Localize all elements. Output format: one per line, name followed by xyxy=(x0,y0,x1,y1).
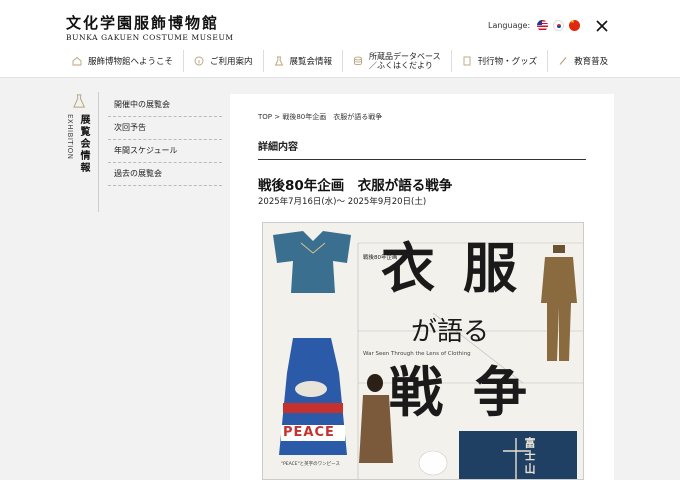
sidebar-item-current[interactable]: 開催中の展覧会 xyxy=(108,94,222,117)
poster-ga-kataru: が語る xyxy=(411,317,490,347)
poster-banner-chars: 富士山 xyxy=(523,437,536,476)
nav-visitor-info[interactable]: ご利用案内 xyxy=(183,50,263,72)
chinese-flag-icon[interactable] xyxy=(569,20,581,31)
nav-database-label: 所蔵品データベース ／ふくはくだより xyxy=(369,52,441,70)
sidebar-title: 展覧会情報 xyxy=(78,114,89,174)
book-icon xyxy=(463,56,471,66)
dress-icon xyxy=(274,56,283,66)
nav-publications-label: 刊行物・グッズ xyxy=(477,57,538,67)
sidebar-item-schedule[interactable]: 年間スケジュール xyxy=(108,140,222,163)
banner-illustration xyxy=(459,431,577,479)
logo-japanese: 文化学園服飾博物館 xyxy=(66,14,220,32)
nav-database-line-1: 所蔵品データベース xyxy=(369,52,441,61)
poster-caption-peace: "PEACE"と英字のワンピース xyxy=(281,462,340,467)
english-flag-icon[interactable] xyxy=(537,20,549,31)
breadcrumb[interactable]: TOP > 戦後80年企画 衣服が語る戦争 xyxy=(258,112,382,122)
site-header: 文化学園服飾博物館 BUNKA GAKUEN COSTUME MUSEUM La… xyxy=(0,0,680,78)
nav-database-line-2: ／ふくはくだより xyxy=(369,61,433,70)
poster-subtitle: War Seen Through the Lens of Clothing xyxy=(363,351,471,357)
poster-char-1: 衣 xyxy=(381,237,435,300)
language-selector: Language: xyxy=(488,20,581,31)
main-navigation: 服飾博物館へようこそ ご利用案内 展覧会情報 所蔵品データベース ／ふくはくだよ… xyxy=(66,48,618,74)
poster-char-4: 争 xyxy=(473,361,527,424)
nav-welcome[interactable]: 服飾博物館へようこそ xyxy=(66,50,183,72)
nav-database[interactable]: 所蔵品データベース ／ふくはくだより xyxy=(342,50,451,72)
nav-education[interactable]: 教育普及 xyxy=(547,50,618,72)
poster-char-3: 戦 xyxy=(389,361,443,424)
sidebar-divider xyxy=(98,92,99,212)
main-content: TOP > 戦後80年企画 衣服が語る戦争 詳細内容 戦後80年企画 衣服が語る… xyxy=(230,94,614,480)
dress-icon xyxy=(73,94,86,108)
database-icon xyxy=(354,56,362,66)
page-title: 戦後80年企画 衣服が語る戦争 xyxy=(258,178,453,194)
language-label: Language: xyxy=(488,21,531,30)
korean-flag-icon[interactable] xyxy=(553,20,565,31)
nav-publications[interactable]: 刊行物・グッズ xyxy=(450,50,548,72)
exhibition-poster[interactable]: 戦後80年企画 衣 服 が語る War Seen Through the Len… xyxy=(262,222,584,480)
section-heading: 詳細内容 xyxy=(258,138,586,160)
logo-english: BUNKA GAKUEN COSTUME MUSEUM xyxy=(66,33,234,42)
exhibition-dates: 2025年7月16日(水)～ 2025年9月20日(土) xyxy=(258,197,427,207)
nav-welcome-label: 服飾博物館へようこそ xyxy=(88,57,174,67)
sidebar-menu: 開催中の展覧会 次回予告 年間スケジュール 過去の展覧会 xyxy=(108,94,222,186)
x-twitter-icon[interactable] xyxy=(596,20,608,32)
figure-illustration xyxy=(359,395,393,463)
poster-char-2: 服 xyxy=(463,237,517,300)
info-icon xyxy=(194,56,204,66)
nav-exhibitions[interactable]: 展覧会情報 xyxy=(262,50,343,72)
house-icon xyxy=(72,56,82,66)
nav-exhibitions-label: 展覧会情報 xyxy=(289,57,333,67)
sidebar-item-upcoming[interactable]: 次回予告 xyxy=(108,117,222,140)
kimono-illustration xyxy=(273,231,351,293)
poster-peace-text: PEACE xyxy=(283,425,335,440)
sidebar-title-english: EXHIBITION xyxy=(66,114,74,160)
museum-logo[interactable]: 文化学園服飾博物館 BUNKA GAKUEN COSTUME MUSEUM xyxy=(66,14,234,42)
nav-visitor-info-label: ご利用案内 xyxy=(210,57,253,67)
military-uniform-illustration xyxy=(541,257,577,361)
sidebar-item-past[interactable]: 過去の展覧会 xyxy=(108,163,222,186)
pen-icon xyxy=(559,57,567,65)
nav-education-label: 教育普及 xyxy=(574,57,609,67)
